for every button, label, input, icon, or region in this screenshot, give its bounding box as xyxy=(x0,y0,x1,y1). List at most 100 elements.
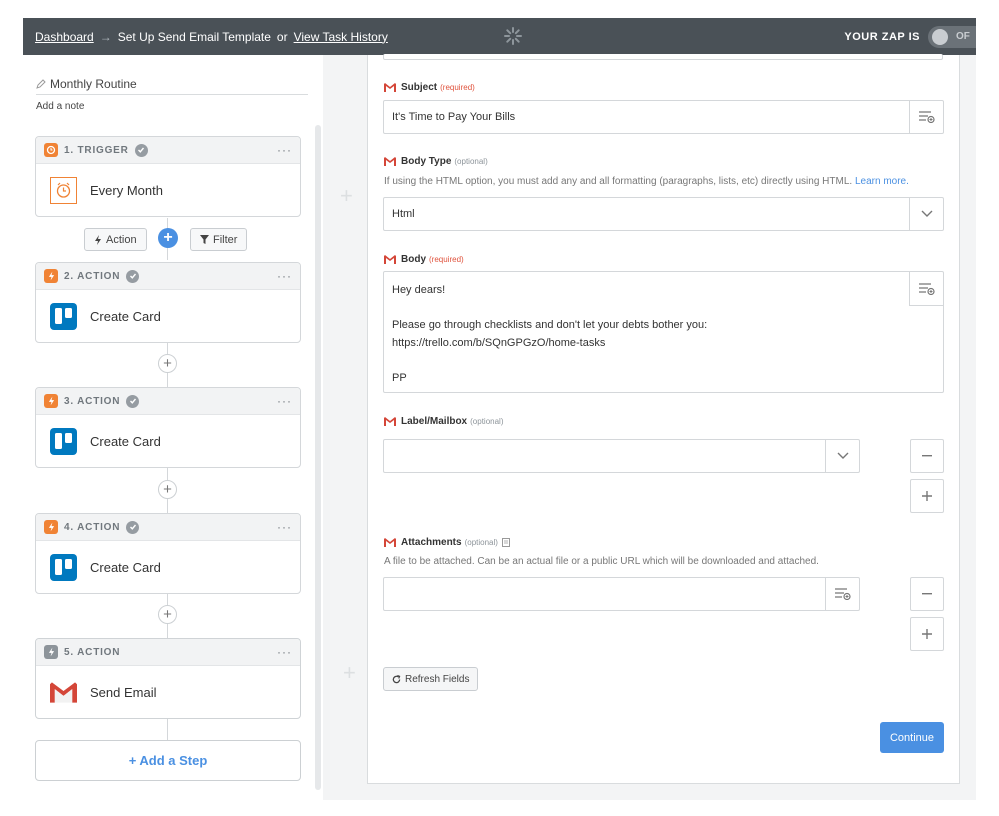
zap-status-label: YOUR ZAP IS xyxy=(844,30,920,43)
step-label: 2. ACTION xyxy=(64,270,121,282)
step-card-5[interactable]: 5. ACTION ··· Send Email xyxy=(35,638,301,719)
bolt-icon xyxy=(44,269,58,283)
refresh-fields-button[interactable]: Refresh Fields xyxy=(383,667,479,691)
more-options-icon[interactable]: ··· xyxy=(277,394,292,408)
more-options-icon[interactable]: ··· xyxy=(277,143,292,157)
toggle-text: OF xyxy=(956,30,970,42)
insert-field-icon xyxy=(834,588,851,600)
add-filter-button[interactable]: Filter xyxy=(190,228,248,251)
body-line: PP xyxy=(392,371,407,384)
label-mailbox-label-text: Label/Mailbox xyxy=(401,416,468,427)
attachments-input[interactable] xyxy=(383,577,860,611)
dashboard-link[interactable]: Dashboard xyxy=(35,30,94,44)
insert-step-plus-icon[interactable]: + xyxy=(158,354,177,373)
trello-icon xyxy=(50,427,77,455)
body-line: Please go through checklists and don't l… xyxy=(392,319,708,331)
optional-tag: (optional) xyxy=(454,157,488,166)
remove-row-button[interactable] xyxy=(910,577,944,611)
step-header: 3. ACTION ··· xyxy=(36,388,300,415)
step-card-4[interactable]: 4. ACTION ··· Create Card xyxy=(35,513,301,594)
body-textarea[interactable]: Hey dears! Please go through checklists … xyxy=(383,271,944,393)
top-bar: Dashboard → Set Up Send Email Template o… xyxy=(23,18,976,55)
body-line: https://trello.com/b/SQnGPGzO/home-tasks xyxy=(392,336,606,349)
body-line xyxy=(392,300,707,318)
step-title: Send Email xyxy=(90,684,157,700)
minus-icon xyxy=(922,593,932,595)
breadcrumb-arrow: → xyxy=(99,29,112,44)
subject-input[interactable]: It's Time to Pay Your Bills xyxy=(383,100,944,134)
sidebar-scrollbar[interactable] xyxy=(315,125,321,790)
refresh-fields-label: Refresh Fields xyxy=(405,673,470,685)
attachments-label-text: Attachments xyxy=(401,537,462,548)
body-type-help: If using the HTML option, you must add a… xyxy=(384,176,909,187)
action-button-label: Action xyxy=(106,233,137,246)
gmail-icon xyxy=(384,538,396,547)
zap-name: Monthly Routine xyxy=(50,77,137,91)
step-label: 3. ACTION xyxy=(64,395,121,407)
insert-step-plus-icon[interactable]: + xyxy=(158,605,177,624)
continue-button[interactable]: Continue xyxy=(880,722,944,753)
subject-value: It's Time to Pay Your Bills xyxy=(392,111,516,123)
subject-label-text: Subject xyxy=(401,82,438,93)
page-title: Set Up Send Email Template xyxy=(117,29,271,44)
step-header: 5. ACTION ··· xyxy=(36,639,300,666)
label-mailbox-select[interactable] xyxy=(383,439,860,473)
bolt-icon xyxy=(44,645,58,659)
add-action-button[interactable]: Action xyxy=(84,228,147,251)
clock-icon xyxy=(50,176,77,204)
add-row-button[interactable] xyxy=(910,479,944,513)
body-label-text: Body xyxy=(401,254,426,265)
dropdown-toggle[interactable] xyxy=(909,198,943,230)
previous-field-edge xyxy=(383,54,943,60)
insert-field-button[interactable] xyxy=(825,578,859,610)
body-line xyxy=(392,352,707,370)
body-type-label-text: Body Type xyxy=(401,156,452,167)
dropdown-toggle[interactable] xyxy=(825,440,859,472)
insert-step-plus-icon[interactable]: + xyxy=(158,480,177,499)
step-body: Every Month xyxy=(36,164,300,216)
learn-more-link[interactable]: Learn more. xyxy=(855,176,909,187)
step-connector xyxy=(167,719,168,741)
zap-name-field[interactable]: Monthly Routine xyxy=(36,77,308,95)
step-label: 1. TRIGGER xyxy=(64,144,129,156)
add-note-link[interactable]: Add a note xyxy=(36,101,84,112)
step-body: Send Email xyxy=(36,666,300,718)
bolt-icon xyxy=(44,394,58,408)
remove-row-button[interactable] xyxy=(910,439,944,473)
bolt-icon xyxy=(95,234,101,245)
zap-status: YOUR ZAP IS OF xyxy=(844,18,976,55)
step-card-2[interactable]: 2. ACTION ··· Create Card xyxy=(35,262,301,343)
plus-icon xyxy=(922,629,932,639)
more-options-icon[interactable]: ··· xyxy=(277,269,292,283)
step-label: 5. ACTION xyxy=(64,646,121,658)
body-type-select[interactable]: Html xyxy=(383,197,944,231)
add-step-plus-icon[interactable]: + xyxy=(158,228,178,248)
task-history-link[interactable]: View Task History xyxy=(294,30,388,44)
chevron-down-icon xyxy=(837,452,848,459)
add-step-button[interactable]: + Add a Step xyxy=(35,740,301,781)
insert-field-button[interactable] xyxy=(909,272,943,306)
or-text: or xyxy=(276,29,288,44)
add-row-button[interactable] xyxy=(910,617,944,651)
gmail-icon xyxy=(50,679,77,706)
plus-icon xyxy=(922,491,932,501)
zap-toggle[interactable]: OF xyxy=(928,25,976,48)
more-options-icon[interactable]: ··· xyxy=(277,645,292,659)
label-mailbox-label: Label/Mailbox (optional) xyxy=(384,416,503,427)
step-card-3[interactable]: 3. ACTION ··· Create Card xyxy=(35,387,301,468)
refresh-icon xyxy=(392,674,401,683)
body-label: Body (required) xyxy=(384,254,464,265)
insert-field-button[interactable] xyxy=(909,101,943,133)
step-label: 4. ACTION xyxy=(64,521,121,533)
step-header: 4. ACTION ··· xyxy=(36,514,300,541)
toggle-knob xyxy=(932,28,948,45)
step-title: Create Card xyxy=(90,308,161,324)
more-options-icon[interactable]: ··· xyxy=(277,520,292,534)
insert-field-icon xyxy=(918,111,935,123)
step-card-1[interactable]: 1. TRIGGER ··· Every Month xyxy=(35,136,301,217)
breadcrumb: Dashboard → Set Up Send Email Template o… xyxy=(23,30,388,44)
canvas-plus-icon: + xyxy=(340,183,353,208)
attachments-help: A file to be attached. Can be an actual … xyxy=(384,556,819,567)
step-header: 1. TRIGGER ··· xyxy=(36,137,300,164)
check-icon xyxy=(126,394,140,408)
